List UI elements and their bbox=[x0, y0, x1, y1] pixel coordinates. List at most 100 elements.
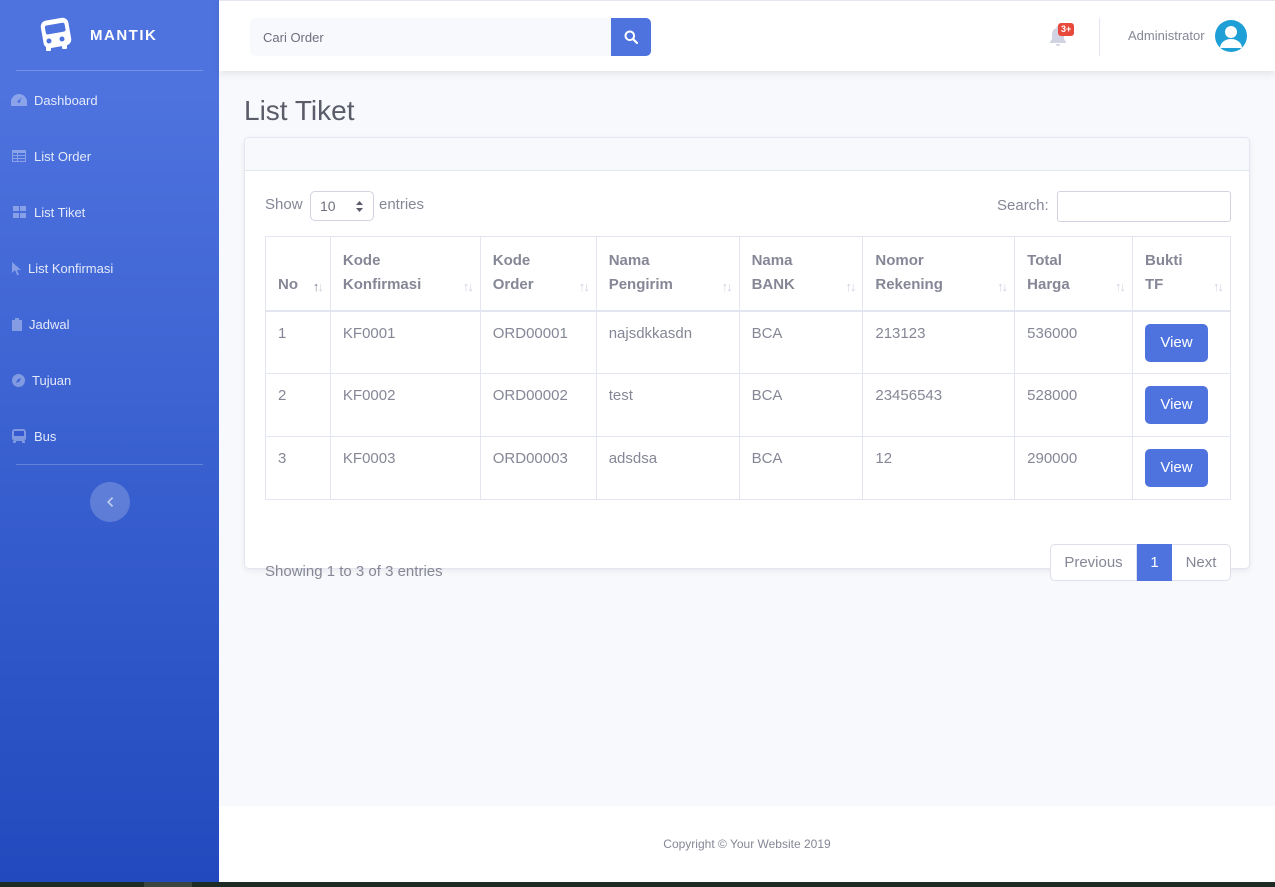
table-row: 2 KF0002 ORD00002 test BCA 23456543 5280… bbox=[265, 373, 1232, 437]
search-label: Search: bbox=[997, 197, 1049, 214]
sort-icon: ↑↓ bbox=[578, 279, 590, 294]
column-header-kode-konfirmasi[interactable]: Kode Konfirmasi ↑↓ bbox=[329, 236, 481, 312]
column-header-label: Order bbox=[492, 276, 534, 293]
column-header-label: Rekening bbox=[875, 276, 943, 293]
cell-nomor-rekening: 23456543 bbox=[862, 373, 1016, 437]
sidebar-item-list-konfirmasi[interactable]: List Konfirmasi bbox=[0, 240, 219, 296]
user-name[interactable]: Administrator bbox=[1128, 28, 1205, 43]
th-large-icon bbox=[11, 205, 27, 219]
column-header-bukti-tf[interactable]: Bukti TF ↑↓ bbox=[1131, 236, 1232, 312]
column-header-total-harga[interactable]: Total Harga ↑↓ bbox=[1014, 236, 1133, 312]
column-header-nama-bank[interactable]: Nama BANK ↑↓ bbox=[738, 236, 864, 312]
chevron-left-icon bbox=[106, 497, 113, 507]
sidebar-item-label: Jadwal bbox=[29, 316, 70, 332]
sidebar-item-label: List Konfirmasi bbox=[28, 260, 114, 276]
brand-name: MANTIK bbox=[90, 26, 158, 44]
column-header-label: Bukti bbox=[1144, 252, 1183, 269]
entries-label: entries bbox=[379, 196, 425, 213]
tachometer-icon bbox=[11, 93, 27, 107]
topbar: 3+ Administrator bbox=[219, 0, 1275, 71]
sidebar-item-tujuan[interactable]: Tujuan bbox=[0, 352, 219, 408]
column-header-no[interactable]: No ↑↓ bbox=[265, 236, 331, 312]
user-icon bbox=[1220, 26, 1242, 48]
table-header-row: No ↑↓ Kode Konfirmasi ↑↓ Kode Order ↑↓ N… bbox=[265, 236, 1232, 312]
search-icon bbox=[624, 30, 638, 44]
content-wrapper: 3+ Administrator List Tiket Show 10 entr… bbox=[219, 0, 1275, 882]
sidebar-brand[interactable]: MANTIK bbox=[0, 0, 219, 70]
column-header-label: Nama bbox=[608, 252, 650, 269]
table-search-input[interactable] bbox=[1057, 191, 1231, 222]
table-info: Showing 1 to 3 of 3 entries bbox=[265, 563, 443, 580]
cell-no: 2 bbox=[265, 373, 331, 437]
pagination-next[interactable]: Next bbox=[1172, 544, 1231, 581]
tickets-card: Show 10 entries Search: No ↑↓ Kode Konfi… bbox=[244, 137, 1250, 581]
cell-nama-pengirim: adsdsa bbox=[595, 436, 740, 500]
cell-nomor-rekening: 213123 bbox=[862, 310, 1016, 374]
sort-icon: ↑↓ bbox=[1213, 279, 1224, 294]
sidebar-item-list-order[interactable]: List Order bbox=[0, 128, 219, 184]
sidebar-toggle-button[interactable] bbox=[89, 482, 130, 522]
pagination-previous[interactable]: Previous bbox=[1050, 544, 1137, 581]
footer: Copyright © Your Website 2019 bbox=[219, 806, 1275, 882]
sidebar-item-label: Dashboard bbox=[34, 92, 98, 108]
column-header-kode-order[interactable]: Kode Order ↑↓ bbox=[479, 236, 597, 312]
view-button[interactable]: View bbox=[1144, 449, 1208, 487]
pointer-icon bbox=[11, 261, 21, 275]
cell-kode-order: ORD00002 bbox=[479, 373, 597, 437]
column-header-nama-pengirim[interactable]: Nama Pengirim ↑↓ bbox=[595, 236, 740, 312]
cell-nama-bank: BCA bbox=[738, 373, 864, 437]
view-button[interactable]: View bbox=[1144, 323, 1208, 362]
column-header-label: Nama bbox=[751, 252, 793, 269]
sidebar-nav: Dashboard List Order List Tiket List Kon… bbox=[0, 71, 219, 464]
os-taskbar bbox=[0, 882, 1275, 887]
order-search-button[interactable] bbox=[611, 18, 651, 56]
cell-bukti-tf: View bbox=[1131, 373, 1232, 437]
column-header-label: No bbox=[278, 276, 298, 293]
cell-kode-konfirmasi: KF0001 bbox=[329, 310, 481, 374]
view-button[interactable]: View bbox=[1144, 386, 1208, 424]
cell-bukti-tf: View bbox=[1131, 436, 1232, 500]
sidebar-item-label: Tujuan bbox=[32, 372, 72, 388]
sort-caret-icon bbox=[356, 201, 363, 212]
user-avatar[interactable] bbox=[1215, 20, 1247, 52]
pagination-page-1[interactable]: 1 bbox=[1137, 544, 1172, 581]
tickets-table: No ↑↓ Kode Konfirmasi ↑↓ Kode Order ↑↓ N… bbox=[265, 236, 1232, 500]
cell-kode-order: ORD00001 bbox=[479, 310, 597, 374]
sidebar-item-dashboard[interactable]: Dashboard bbox=[0, 72, 219, 128]
cell-nama-bank: BCA bbox=[738, 436, 864, 500]
compass-icon bbox=[11, 373, 25, 387]
column-header-label: Kode bbox=[342, 252, 381, 269]
sort-icon: ↑↓ bbox=[1114, 279, 1126, 294]
sidebar: MANTIK Dashboard List Order List Tiket L bbox=[0, 0, 219, 882]
sidebar-item-jadwal[interactable]: Jadwal bbox=[0, 296, 219, 352]
sidebar-item-label: Bus bbox=[34, 428, 57, 444]
column-header-nomor-rekening[interactable]: Nomor Rekening ↑↓ bbox=[862, 236, 1016, 312]
cell-kode-order: ORD00003 bbox=[479, 436, 597, 500]
sidebar-item-label: List Tiket bbox=[34, 204, 86, 220]
column-header-label: Harga bbox=[1027, 276, 1070, 293]
sidebar-item-bus[interactable]: Bus bbox=[0, 408, 219, 464]
page-length-select[interactable]: 10 bbox=[310, 191, 374, 221]
card-header bbox=[245, 138, 1249, 171]
bus-icon bbox=[40, 17, 72, 51]
cell-nama-pengirim: test bbox=[595, 373, 740, 437]
cell-nama-bank: BCA bbox=[738, 310, 864, 374]
pagination: Previous 1 Next bbox=[1050, 544, 1231, 581]
order-search-group bbox=[250, 18, 651, 56]
alerts-badge: 3+ bbox=[1058, 23, 1075, 36]
column-header-label: Kode bbox=[492, 252, 531, 269]
sort-icon: ↑↓ bbox=[845, 279, 856, 294]
cell-no: 1 bbox=[265, 310, 331, 374]
sidebar-item-list-tiket[interactable]: List Tiket bbox=[0, 184, 219, 240]
cell-kode-konfirmasi: KF0002 bbox=[329, 373, 481, 437]
order-search-input[interactable] bbox=[250, 18, 611, 56]
copyright-text: Copyright © Your Website 2019 bbox=[663, 837, 831, 851]
topbar-divider bbox=[1099, 18, 1100, 56]
sort-icon: ↑↓ bbox=[462, 279, 474, 294]
table-row: 1 KF0001 ORD00001 najsdkkasdn BCA 213123… bbox=[265, 310, 1232, 374]
cell-total-harga: 528000 bbox=[1014, 373, 1133, 437]
column-header-label: Konfirmasi bbox=[342, 276, 422, 293]
bus-icon bbox=[11, 429, 27, 443]
sort-icon: ↑↓ bbox=[997, 279, 1008, 294]
show-label: Show bbox=[265, 196, 303, 213]
